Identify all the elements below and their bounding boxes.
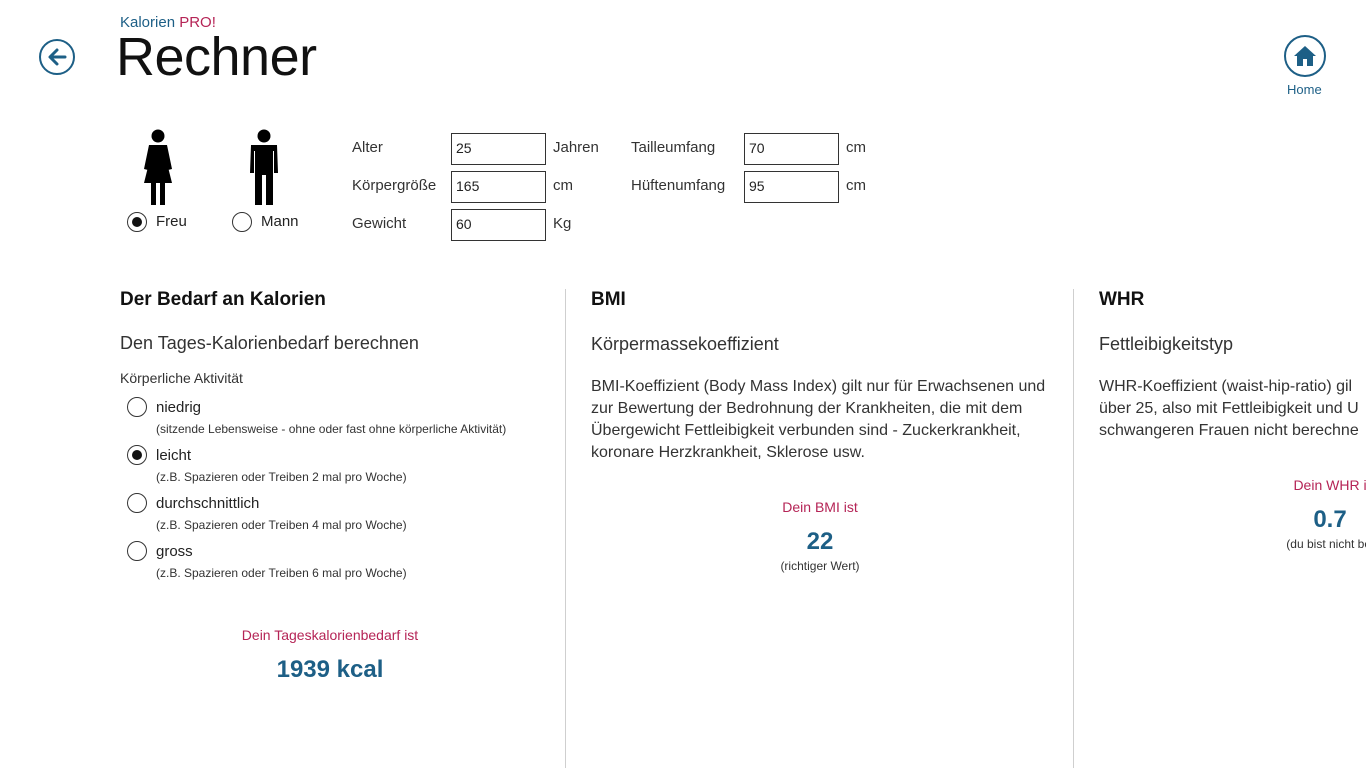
whr-result-value: 0.7 <box>1313 506 1347 533</box>
back-button[interactable] <box>39 39 75 75</box>
home-button[interactable] <box>1284 35 1326 77</box>
age-unit: Jahren <box>553 139 599 156</box>
calories-title: Der Bedarf an Kalorien <box>120 289 326 310</box>
weight-input[interactable]: 60 <box>451 209 546 241</box>
bmi-subtitle: Körpermassekoeffizient <box>591 334 779 354</box>
female-radio-dot <box>132 217 142 227</box>
home-label: Home <box>1287 82 1322 97</box>
activity-radio-leicht[interactable] <box>127 445 147 465</box>
female-radio[interactable] <box>127 212 147 232</box>
bmi-result-note: (richtiger Wert) <box>780 559 860 573</box>
female-label: Freu <box>156 213 187 230</box>
arrow-left-icon <box>48 48 67 66</box>
age-label: Alter <box>352 139 383 156</box>
activity-label-niedrig: niedrig <box>156 399 202 416</box>
male-radio[interactable] <box>232 212 252 232</box>
activity-label-leicht: leicht <box>156 447 192 464</box>
weight-unit: Kg <box>553 215 572 232</box>
activity-label-gross: gross <box>156 543 193 560</box>
hip-label: Hüftenumfang <box>631 177 726 194</box>
whr-result-label: Dein WHR i <box>1293 477 1366 493</box>
woman-figure-icon <box>144 129 172 205</box>
whr-subtitle: Fettleibigkeitstyp <box>1099 334 1234 354</box>
column-divider <box>565 289 566 768</box>
bmi-title: BMI <box>591 289 626 310</box>
age-input[interactable]: 25 <box>451 133 546 165</box>
activity-radio-durchschnittlich[interactable] <box>127 493 147 513</box>
whr-description: WHR-Koeffizient (waist-hip-ratio) gil üb… <box>1099 378 1359 439</box>
whr-result-note: (du bist nicht bel <box>1286 537 1366 551</box>
whr-panel: WHR Fettleibigkeitstyp WHR-Koeffizient (… <box>1074 280 1366 580</box>
activity-radio-dot <box>132 450 142 460</box>
bmi-result-value: 22 <box>806 528 834 555</box>
activity-radio-niedrig[interactable] <box>127 397 147 417</box>
man-figure-icon <box>250 129 278 205</box>
activity-desc-leicht: (z.B. Spazieren oder Treiben 2 mal pro W… <box>156 470 407 484</box>
whr-title: WHR <box>1099 289 1145 310</box>
bmi-description: BMI-Koeffizient (Body Mass Index) gilt n… <box>591 378 1046 461</box>
calories-subtitle: Den Tages-Kalorienbedarf berechnen <box>120 333 419 353</box>
activity-label-durchschnittlich: durchschnittlich <box>156 495 260 512</box>
waist-label: Tailleumfang <box>631 139 716 156</box>
hip-input[interactable]: 95 <box>744 171 839 203</box>
activity-desc-durchschnittlich: (z.B. Spazieren oder Treiben 4 mal pro W… <box>156 518 407 532</box>
height-input[interactable]: 165 <box>451 171 546 203</box>
activity-desc-gross: (z.B. Spazieren oder Treiben 6 mal pro W… <box>156 566 407 580</box>
home-icon <box>1294 46 1316 66</box>
waist-input[interactable]: 70 <box>744 133 839 165</box>
page-title: Rechner <box>116 27 317 87</box>
calories-result-value: 1939 kcal <box>276 656 384 683</box>
hip-unit: cm <box>846 177 866 194</box>
height-label: Körpergröße <box>352 177 437 194</box>
activity-radio-gross[interactable] <box>127 541 147 561</box>
bmi-result-label: Dein BMI ist <box>782 499 858 515</box>
male-label: Mann <box>261 213 299 230</box>
activity-desc-niedrig: (sitzende Lebensweise - ohne oder fast o… <box>156 422 507 436</box>
height-unit: cm <box>553 177 573 194</box>
waist-unit: cm <box>846 139 866 156</box>
activity-label: Körperliche Aktivität <box>120 370 243 386</box>
weight-label: Gewicht <box>352 215 407 232</box>
calories-result-label: Dein Tageskalorienbedarf ist <box>241 627 419 643</box>
